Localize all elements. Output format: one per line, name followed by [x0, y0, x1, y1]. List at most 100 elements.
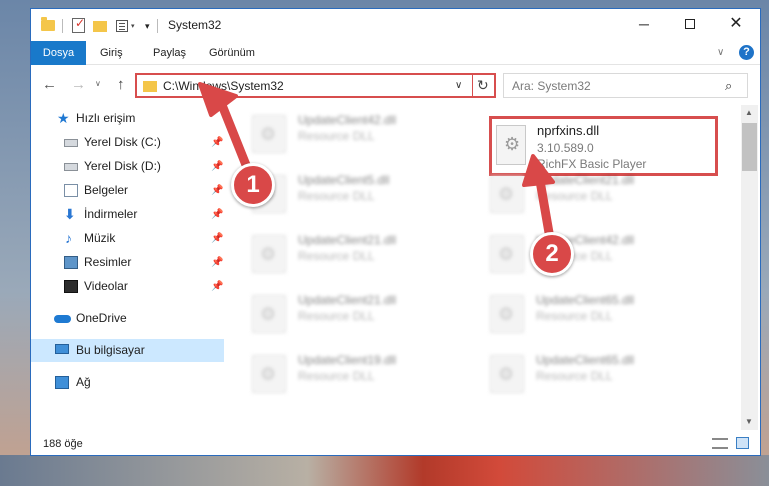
maximize-icon [685, 19, 695, 30]
quick-access-properties-icon[interactable] [116, 20, 128, 32]
sidebar-item-this-pc[interactable]: Bu bilgisayar [31, 339, 224, 362]
recent-locations-icon[interactable]: ∨ [95, 79, 101, 88]
title-bar: ✓ ▾ ▾ System32 ─ ✕ [31, 9, 760, 41]
pin-icon: 📌 [211, 209, 224, 220]
file-name: nprfxins.dll [537, 123, 600, 138]
large-icons-view-icon[interactable] [736, 437, 749, 449]
address-path[interactable]: C:\Windows\System32 [163, 79, 284, 93]
tab-home[interactable]: Giriş [90, 41, 133, 65]
file-name: UpdateClient65.dll [536, 353, 635, 367]
search-box[interactable]: Ara: System32 ⌕ [503, 73, 748, 98]
dll-file-icon [490, 235, 524, 273]
tab-view[interactable]: Görünüm [199, 41, 265, 65]
pin-icon: 📌 [211, 137, 224, 148]
dll-file-icon [490, 295, 524, 333]
video-icon [64, 280, 78, 293]
computer-icon [55, 344, 69, 354]
dll-file-icon [252, 355, 286, 393]
help-icon[interactable]: ? [739, 45, 754, 60]
quick-access-customize-icon[interactable]: ▾ [145, 21, 150, 37]
sidebar-item-local-disk-d[interactable]: Yerel Disk (D:) 📌 [31, 155, 224, 178]
file-description: Resource DLL [298, 249, 375, 263]
expand-ribbon-icon[interactable]: ∨ [717, 47, 724, 58]
tab-file[interactable]: Dosya [31, 41, 86, 65]
sidebar-item-local-disk-c[interactable]: Yerel Disk (C:) 📌 [31, 131, 224, 154]
details-view-icon[interactable] [712, 438, 728, 449]
file-name: UpdateClient21.dll [298, 293, 397, 307]
sidebar-item-label: OneDrive [76, 311, 127, 325]
file-description: Resource DLL [298, 369, 375, 383]
search-icon[interactable]: ⌕ [725, 78, 732, 94]
file-item[interactable]: UpdateClient21.dll Resource DLL [228, 287, 458, 337]
step-2-badge: 2 [530, 232, 574, 276]
tab-share[interactable]: Paylaş [143, 41, 196, 65]
document-icon [64, 184, 78, 197]
file-name: UpdateClient21.dll [298, 233, 397, 247]
desktop-background [0, 455, 769, 486]
search-input[interactable]: Ara: System32 [512, 79, 591, 93]
back-button[interactable]: ← [42, 76, 57, 93]
maximize-button[interactable] [667, 9, 713, 39]
scroll-up-icon[interactable]: ▲ [745, 108, 753, 117]
sidebar-item-label: Videolar [84, 279, 128, 293]
navigation-bar: ← → ∨ ↑ C:\Windows\System32 ∨ ↻ Ara: Sys… [31, 66, 760, 104]
close-button[interactable]: ✕ [713, 9, 759, 39]
sidebar-item-network[interactable]: Ağ [31, 371, 224, 394]
sidebar-item-onedrive[interactable]: OneDrive [31, 307, 224, 330]
sidebar-item-pictures[interactable]: Resimler 📌 [31, 251, 224, 274]
window-title: System32 [168, 18, 222, 32]
file-description: Resource DLL [298, 189, 375, 203]
sidebar-item-label: Müzik [84, 231, 116, 245]
address-dropdown-icon[interactable]: ∨ [455, 80, 462, 91]
forward-button[interactable]: → [71, 76, 86, 93]
file-item[interactable]: UpdateClient42.dll Resource DLL [466, 227, 696, 277]
file-item[interactable]: UpdateClient65.dll Resource DLL [466, 347, 696, 397]
item-count: 188 öğe [43, 438, 83, 450]
file-description: Resource DLL [536, 369, 613, 383]
file-item[interactable]: UpdateClient19.dll Resource DLL [228, 347, 458, 397]
vertical-scrollbar[interactable]: ▲ ▼ [741, 105, 758, 430]
file-item[interactable]: UpdateClient42.dll Resource DLL [228, 107, 458, 157]
quick-access-small-chevron-icon[interactable]: ▾ [131, 22, 135, 38]
dll-file-icon [496, 125, 526, 165]
folder-icon [143, 81, 157, 92]
refresh-button[interactable]: ↻ [477, 77, 489, 94]
file-name: UpdateClient21.dll [536, 173, 635, 187]
dll-file-icon [490, 175, 524, 213]
file-item[interactable]: UpdateClient21.dll Resource DLL [228, 227, 458, 277]
new-folder-icon[interactable] [93, 21, 107, 32]
title-separator [62, 19, 63, 33]
sidebar-item-downloads[interactable]: ⬇ İndirmeler 📌 [31, 203, 224, 226]
sidebar-item-documents[interactable]: Belgeler 📌 [31, 179, 224, 202]
sidebar-item-label: Yerel Disk (C:) [84, 135, 161, 149]
folder-icon [41, 17, 55, 31]
sidebar-item-label: İndirmeler [84, 207, 138, 221]
file-description: Resource DLL [536, 189, 613, 203]
properties-check-icon[interactable]: ✓ [72, 16, 85, 33]
pin-icon: 📌 [211, 185, 224, 196]
step-1-badge: 1 [231, 163, 275, 207]
file-name: UpdateClient42.dll [298, 113, 397, 127]
scroll-thumb[interactable] [742, 123, 757, 171]
file-list: UpdateClient42.dll Resource DLL UpdateCl… [228, 105, 741, 430]
file-name: UpdateClient5.dll [298, 173, 390, 187]
sidebar-item-label: Belgeler [84, 183, 129, 197]
scroll-down-icon[interactable]: ▼ [745, 417, 753, 426]
sidebar-item-label: Hızlı erişim [76, 111, 136, 125]
minimize-button[interactable]: ─ [621, 9, 667, 39]
network-icon [55, 376, 69, 389]
address-bar[interactable]: C:\Windows\System32 ∨ ↻ [135, 73, 496, 98]
pin-icon: 📌 [211, 257, 224, 268]
dll-file-icon [252, 235, 286, 273]
file-item[interactable]: UpdateClient65.dll Resource DLL [466, 287, 696, 337]
sidebar-item-videos[interactable]: Videolar 📌 [31, 275, 224, 298]
file-item[interactable]: UpdateClient21.dll Resource DLL [466, 167, 696, 217]
file-description: Resource DLL [298, 129, 375, 143]
file-name: UpdateClient65.dll [536, 293, 635, 307]
dll-file-icon [252, 115, 286, 153]
sidebar-item-quick-access[interactable]: ★ Hızlı erişim [31, 107, 224, 130]
drive-icon [64, 163, 78, 171]
pin-icon: 📌 [211, 233, 224, 244]
sidebar-item-music[interactable]: ♪ Müzik 📌 [31, 227, 224, 250]
up-button[interactable]: ↑ [117, 76, 125, 93]
